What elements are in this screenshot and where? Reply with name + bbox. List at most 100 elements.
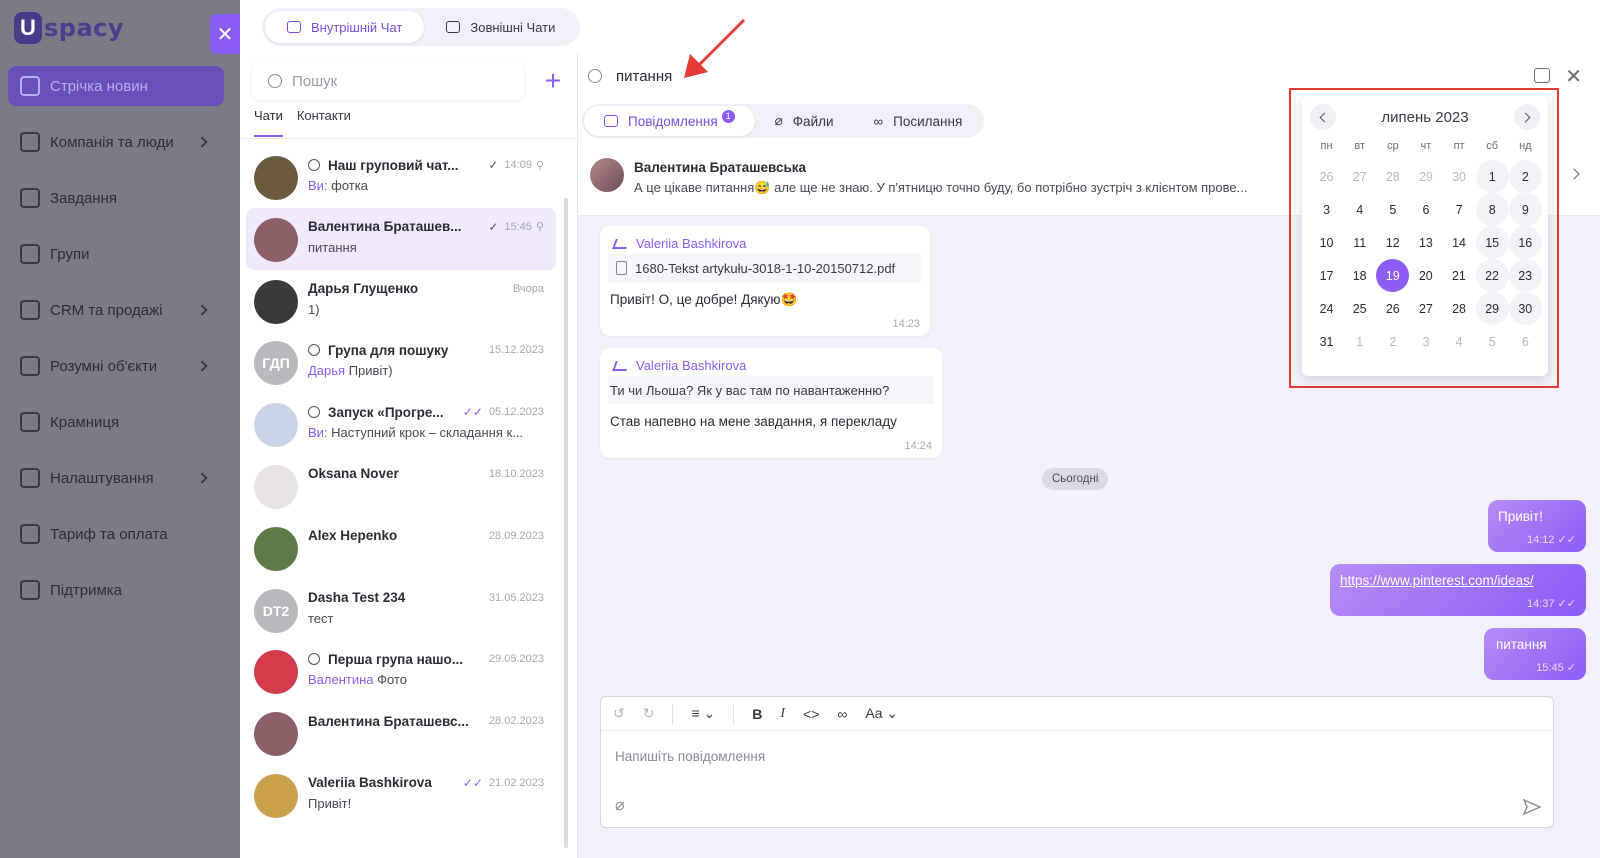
message-incoming[interactable]: Valeriia Bashkirova 1680-Tekst artykułu-… xyxy=(600,226,930,336)
calendar-icon[interactable] xyxy=(1534,68,1550,83)
calendar-day[interactable]: 13 xyxy=(1409,226,1442,259)
chat-list-item[interactable]: ГДП Група для пошуку 15.12.2023 Дарья Приві… xyxy=(246,331,556,393)
calendar-day[interactable]: 27 xyxy=(1343,160,1376,193)
italic-button[interactable]: I xyxy=(780,706,785,722)
calendar-day[interactable]: 6 xyxy=(1409,193,1442,226)
tab-messages[interactable]: Повідомлення 1 xyxy=(584,106,755,136)
align-dropdown-icon[interactable]: ≡ ⌄ xyxy=(691,705,715,722)
calendar-day[interactable]: 5 xyxy=(1376,193,1409,226)
calendar-day[interactable]: 18 xyxy=(1343,259,1376,292)
calendar-day[interactable]: 4 xyxy=(1443,325,1476,358)
calendar-day[interactable]: 29 xyxy=(1409,160,1442,193)
message-input[interactable]: Напишіть повідомлення xyxy=(615,749,765,764)
nav-item[interactable]: Тариф та оплата xyxy=(8,514,224,554)
close-icon[interactable]: ✕ xyxy=(1565,64,1582,89)
calendar-day[interactable]: 7 xyxy=(1443,193,1476,226)
nav-item[interactable]: Розумні об'єкти xyxy=(8,346,224,386)
message-incoming[interactable]: Valeriia Bashkirova Ти чи Льоша? Як у ва… xyxy=(600,348,942,458)
nav-item[interactable]: CRM та продажі xyxy=(8,290,224,330)
chat-list-item[interactable]: Запуск «Прогре... ✓✓ 05.12.2023 Ви: Наступн… xyxy=(246,393,556,455)
nav-item[interactable]: Крамниця xyxy=(8,402,224,442)
chat-list-item[interactable]: Alex Нерenko 28.09.2023 xyxy=(246,517,556,579)
calendar-day[interactable]: 12 xyxy=(1376,226,1409,259)
chat-list-item[interactable]: Дарья Глущенко Вчора 1) xyxy=(246,270,556,332)
chat-list-item[interactable]: DT2 Dasha Test 234 31.05.2023 тест xyxy=(246,579,556,641)
calendar-day[interactable]: 15 xyxy=(1475,226,1509,259)
calendar-day[interactable]: 29 xyxy=(1475,292,1509,325)
calendar-day[interactable]: 2 xyxy=(1376,325,1409,358)
tab-external-chats[interactable]: Зовнішні Чати xyxy=(424,11,577,43)
calendar-day[interactable]: 27 xyxy=(1409,292,1442,325)
chat-list-item[interactable]: Oksana Nover 18.10.2023 xyxy=(246,455,556,517)
message-link[interactable]: https://www.pinterest.com/ideas/ xyxy=(1340,573,1534,588)
chevron-right-icon[interactable] xyxy=(1568,168,1580,180)
tab-contacts[interactable]: Контакти xyxy=(297,108,351,137)
link-icon[interactable]: ∞ xyxy=(837,706,847,722)
chat-search-box[interactable] xyxy=(252,62,524,100)
calendar-day[interactable]: 26 xyxy=(1376,292,1409,325)
next-month-button[interactable] xyxy=(1514,104,1540,130)
close-chat-panel-button[interactable]: ✕ xyxy=(210,14,240,54)
calendar-day[interactable]: 25 xyxy=(1343,292,1376,325)
chat-list-item[interactable]: Валентина Браташевс... 28.02.2023 xyxy=(246,702,556,764)
calendar-day[interactable]: 6 xyxy=(1509,325,1542,358)
calendar-day[interactable]: 28 xyxy=(1376,160,1409,193)
calendar-day[interactable]: 5 xyxy=(1476,325,1509,358)
nav-item[interactable]: Групи xyxy=(8,234,224,274)
calendar-day[interactable]: 21 xyxy=(1442,259,1475,292)
calendar-day[interactable]: 2 xyxy=(1508,160,1542,193)
calendar-day[interactable]: 17 xyxy=(1310,259,1343,292)
calendar-day[interactable]: 31 xyxy=(1310,325,1343,358)
nav-item[interactable]: Стрічка новин xyxy=(8,66,224,106)
calendar-day[interactable]: 23 xyxy=(1508,259,1542,292)
undo-icon[interactable]: ↺ xyxy=(613,705,625,722)
chat-list-scrollbar[interactable] xyxy=(564,198,568,848)
calendar-day[interactable]: 3 xyxy=(1409,325,1442,358)
chat-list-item[interactable]: Валентина Браташев... ✓ 15:45 ⚲ питання xyxy=(246,207,556,270)
chat-search-input[interactable] xyxy=(292,72,492,90)
calendar-day[interactable]: 26 xyxy=(1310,160,1343,193)
pin-icon[interactable]: ⚲ xyxy=(536,159,544,172)
calendar-day[interactable]: 20 xyxy=(1409,259,1442,292)
message-outgoing[interactable]: питання 15:45 ✓ xyxy=(1484,628,1586,680)
tab-chats[interactable]: Чати xyxy=(254,108,283,137)
message-search-query[interactable]: питання xyxy=(616,68,672,85)
calendar-day[interactable]: 14 xyxy=(1443,226,1476,259)
nav-item[interactable]: Компанія та люди xyxy=(8,122,224,162)
redo-icon[interactable]: ↻ xyxy=(643,705,655,722)
calendar-day[interactable]: 1 xyxy=(1343,325,1376,358)
nav-item[interactable]: Завдання xyxy=(8,178,224,218)
calendar-day[interactable]: 30 xyxy=(1443,160,1476,193)
tab-links[interactable]: ∞ Посилання xyxy=(854,106,983,136)
calendar-day[interactable]: 11 xyxy=(1343,226,1376,259)
send-icon[interactable] xyxy=(1523,799,1541,815)
message-outgoing[interactable]: Привіт! 14:12 ✓✓ xyxy=(1488,500,1586,552)
calendar-day[interactable]: 10 xyxy=(1310,226,1343,259)
calendar-day[interactable]: 4 xyxy=(1343,193,1376,226)
nav-item[interactable]: Налаштування xyxy=(8,458,224,498)
message-outgoing[interactable]: https://www.pinterest.com/ideas/ 14:37 ✓… xyxy=(1330,564,1586,616)
chat-list-item[interactable]: Перша група нашо... 29.05.2023 Валентина Ф… xyxy=(246,640,556,702)
code-button[interactable]: <> xyxy=(803,706,819,722)
chat-list-item[interactable]: Наш груповий чат... ✓ 14:09 ⚲ Ви: фотка xyxy=(246,146,556,208)
tab-internal-chat[interactable]: Внутрішній Чат xyxy=(265,11,425,43)
logo[interactable]: U spacy xyxy=(14,10,124,46)
file-attachment[interactable]: 1680-Tekst artykułu-3018-1-10-20150712.p… xyxy=(608,254,922,282)
calendar-day[interactable]: 16 xyxy=(1508,226,1542,259)
chat-list-item[interactable]: Valeriia Bashkirova ✓✓ 21.02.2023 Привіт! xyxy=(246,764,556,826)
new-chat-button[interactable]: + xyxy=(538,65,568,96)
calendar-day[interactable]: 1 xyxy=(1475,160,1509,193)
tab-files[interactable]: ⌀ Файли xyxy=(755,106,854,136)
calendar-day[interactable]: 3 xyxy=(1310,193,1343,226)
calendar-day[interactable]: 9 xyxy=(1508,193,1542,226)
calendar-day[interactable]: 22 xyxy=(1475,259,1509,292)
paperclip-icon[interactable]: ⌀ xyxy=(615,795,625,815)
calendar-day[interactable]: 30 xyxy=(1508,292,1542,325)
nav-item[interactable]: Підтримка xyxy=(8,570,224,610)
calendar-day[interactable]: 24 xyxy=(1310,292,1343,325)
font-size-dropdown[interactable]: Aa ⌄ xyxy=(865,705,898,722)
pin-icon[interactable]: ⚲ xyxy=(536,220,544,233)
calendar-day[interactable]: 28 xyxy=(1443,292,1476,325)
bold-button[interactable]: B xyxy=(752,706,762,722)
calendar-day-selected[interactable]: 19 xyxy=(1376,259,1410,292)
